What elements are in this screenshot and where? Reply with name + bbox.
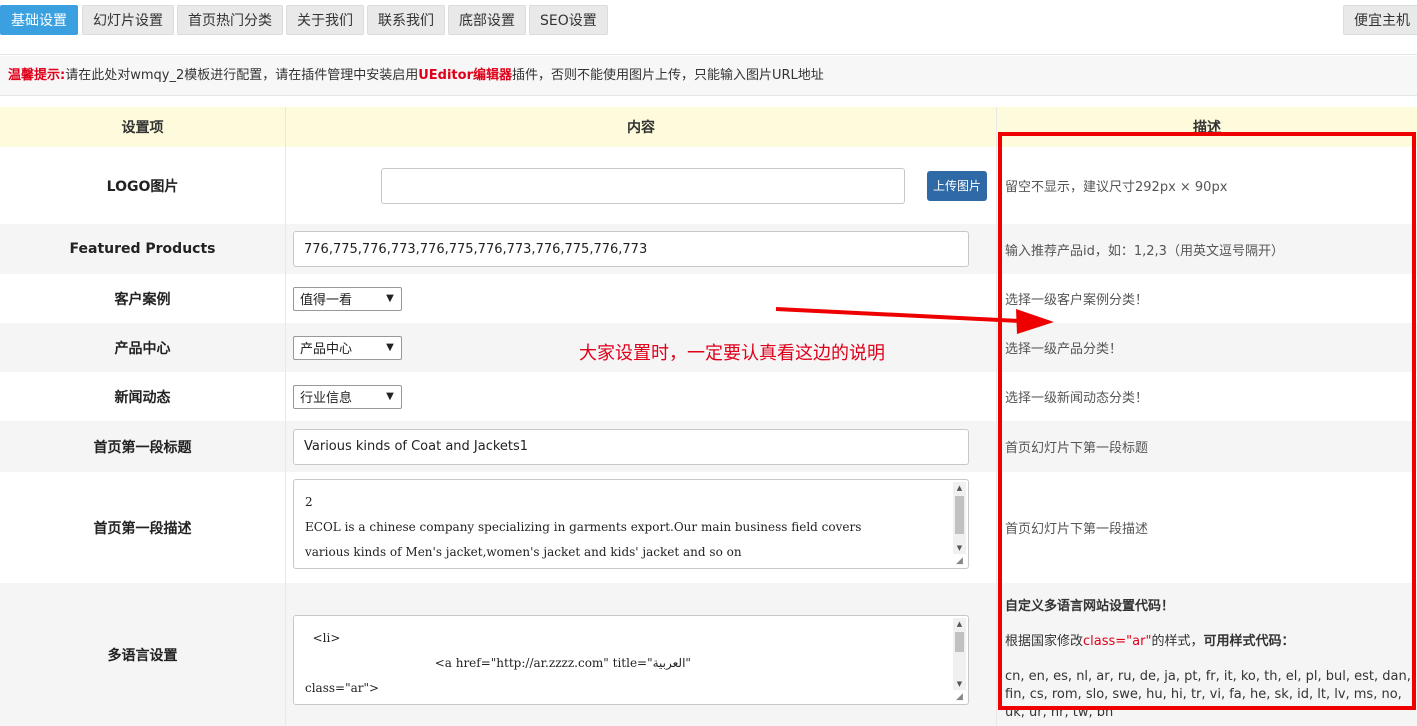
annotation-arrow-head: [1016, 309, 1054, 334]
annotation-arrow-icon: [775, 307, 1054, 334]
annotation-arrow-line: [775, 307, 1021, 323]
